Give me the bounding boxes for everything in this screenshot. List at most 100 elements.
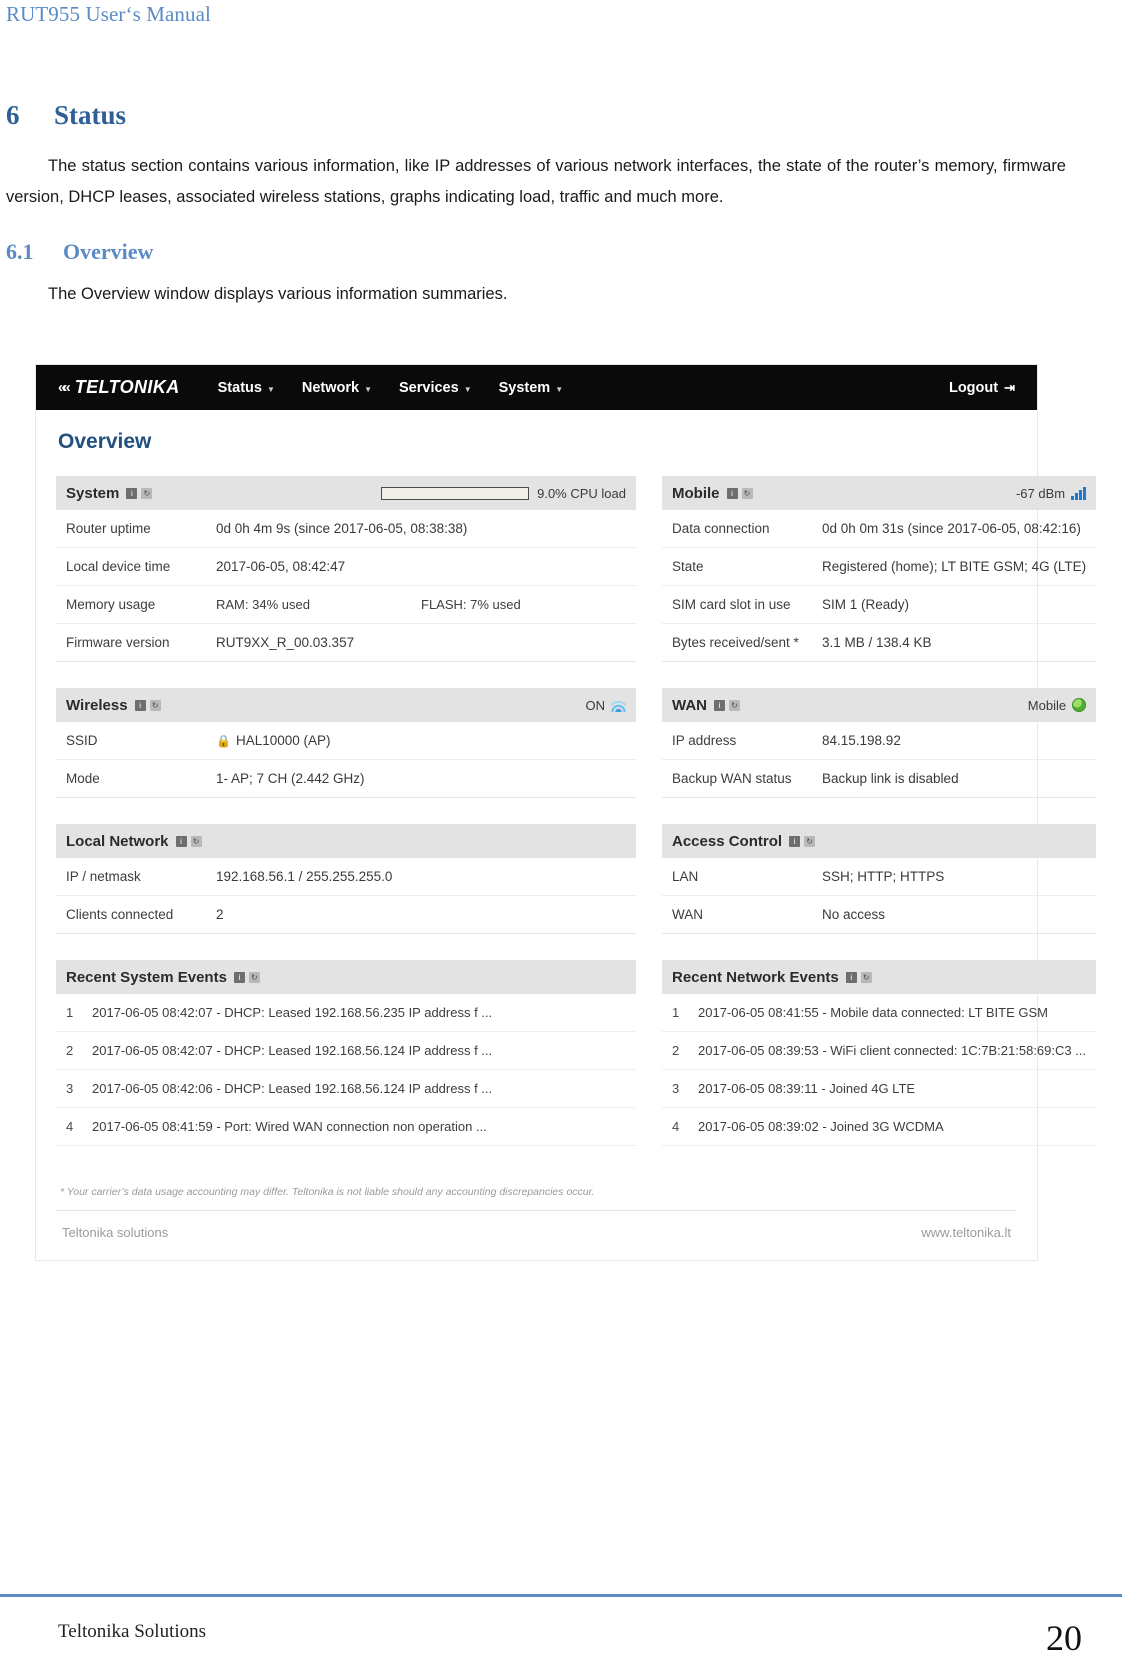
row-value: SSH; HTTP; HTTPS <box>822 869 945 884</box>
panel-header-wan: WAN i ↻ Mobile <box>662 688 1097 722</box>
panel-header-recent-network-events: Recent Network Events i ↻ <box>662 960 1097 994</box>
panel-local-network: Local Network i ↻ IP / netmask 192.168.5… <box>56 824 636 934</box>
nav-label: System <box>498 379 551 396</box>
nav-label: Status <box>217 379 262 396</box>
navbar: «« TELTONIKA Status ▼ Network ▼ Services ▼ S… <box>36 365 1037 410</box>
panel-header-access-control: Access Control i ↻ <box>662 824 1097 858</box>
event-index: 4 <box>66 1119 74 1134</box>
page-number: 20 <box>1046 1618 1082 1658</box>
panel-title: Wireless <box>66 696 128 714</box>
info-icon[interactable]: i <box>126 487 138 499</box>
event-index: 1 <box>66 1005 74 1020</box>
nav-item-system[interactable]: System ▼ <box>499 380 564 396</box>
footer-website-link[interactable]: www.teltonika.lt <box>921 1225 1011 1240</box>
nav-item-status[interactable]: Status ▼ <box>218 380 275 396</box>
row-key: Firmware version <box>66 635 170 650</box>
panel-icons: i ↻ <box>789 835 816 847</box>
panel-system: System i ↻ 9.0% CPU load Router uptime 0… <box>56 476 636 662</box>
table-row: State Registered (home); LT BITE GSM; 4G… <box>662 548 1097 586</box>
info-icon[interactable]: i <box>845 971 857 983</box>
nav-item-services[interactable]: Services ▼ <box>399 380 472 396</box>
info-icon[interactable]: i <box>714 699 725 711</box>
row-key: State <box>672 559 704 574</box>
row-value: SIM 1 (Ready) <box>822 597 910 612</box>
event-text: 2017-06-05 08:39:53 - WiFi client connec… <box>698 1043 1087 1058</box>
row-value: No access <box>822 907 886 922</box>
footnote: * Your carrier’s data usage accounting m… <box>60 1186 595 1198</box>
row-value: 2017-06-05, 08:42:47 <box>216 559 346 574</box>
info-icon[interactable]: i <box>134 699 146 711</box>
wifi-icon <box>611 698 626 712</box>
row-value: 0d 0h 4m 9s (since 2017-06-05, 08:38:38) <box>216 521 468 536</box>
panel-recent-system-events: Recent System Events i ↻ 1 2017-06-05 08… <box>56 960 636 1146</box>
row-value: 84.15.198.92 <box>822 733 901 748</box>
panel-title: WAN <box>672 696 707 714</box>
panel-title: Recent Network Events <box>672 968 839 986</box>
refresh-icon[interactable]: ↻ <box>860 971 872 983</box>
panel-wan: WAN i ↻ Mobile IP address 84.15.198.92 B… <box>662 688 1097 798</box>
refresh-icon[interactable]: ↻ <box>729 699 740 711</box>
ram-label: RAM: 34% used <box>216 597 310 612</box>
cpu-load-label: 9.0% CPU load <box>537 485 626 501</box>
row-key: SIM card slot in use <box>672 597 791 612</box>
row-key: Data connection <box>672 521 770 536</box>
brand-text: TELTONIKA <box>74 377 180 397</box>
info-icon[interactable]: i <box>789 835 801 847</box>
refresh-icon[interactable]: ↻ <box>804 835 816 847</box>
nav-label: Services <box>399 379 459 396</box>
event-index: 1 <box>672 1005 680 1020</box>
panel-title: Access Control <box>672 832 783 850</box>
refresh-icon[interactable]: ↻ <box>149 699 161 711</box>
wan-state-label: Mobile <box>1027 697 1067 713</box>
table-row: WAN No access <box>662 896 1097 934</box>
logout-button[interactable]: Logout ⇥ <box>949 380 1015 396</box>
info-icon[interactable]: i <box>233 971 245 983</box>
signal-bars-icon <box>1071 486 1087 500</box>
panel-icons: i ↻ <box>126 487 153 499</box>
subsection-heading-overview: 6.1 Overview <box>6 239 1116 265</box>
refresh-icon[interactable]: ↻ <box>141 487 153 499</box>
row-value: 1- AP; 7 CH (2.442 GHz) <box>216 771 365 786</box>
panel-icons: i ↻ <box>233 971 260 983</box>
event-text: 2017-06-05 08:42:07 - DHCP: Leased 192.1… <box>92 1043 493 1058</box>
panel-header-system: System i ↻ 9.0% CPU load <box>56 476 636 510</box>
table-row: Router uptime 0d 0h 4m 9s (since 2017-06… <box>56 510 636 548</box>
event-text: 2017-06-05 08:41:55 - Mobile data connec… <box>698 1005 1049 1020</box>
row-key: Memory usage <box>66 597 156 612</box>
row-key: Router uptime <box>66 521 151 536</box>
ssid-text: HAL10000 (AP) <box>235 733 331 748</box>
panel-header-wireless: Wireless i ↻ ON <box>56 688 636 722</box>
row-value-ssid: 🔒 HAL10000 (AP) <box>216 733 331 748</box>
panel-header-local-network: Local Network i ↻ <box>56 824 636 858</box>
nav-item-network[interactable]: Network ▼ <box>302 380 372 396</box>
cpu-progress-bar <box>381 486 530 500</box>
info-icon[interactable]: i <box>175 835 187 847</box>
router-ui-screenshot: «« TELTONIKA Status ▼ Network ▼ Services ▼ S… <box>35 364 1097 1261</box>
list-item: 2 2017-06-05 08:42:07 - DHCP: Leased 192… <box>56 1032 636 1070</box>
footer-left-text: Teltonika solutions <box>62 1225 169 1240</box>
list-item: 3 2017-06-05 08:42:06 - DHCP: Leased 192… <box>56 1070 636 1108</box>
row-value: Registered (home); LT BITE GSM; 4G (LTE) <box>822 559 1087 574</box>
row-key: LAN <box>672 869 699 884</box>
page-title: Overview <box>58 430 152 453</box>
chevron-down-icon: ▼ <box>555 384 564 394</box>
teltonika-logo: «« TELTONIKA <box>58 377 180 398</box>
flash-usage: FLASH: 7% used <box>421 597 626 612</box>
refresh-icon[interactable]: ↻ <box>190 835 202 847</box>
wireless-state-label: ON <box>585 697 606 713</box>
row-key: Backup WAN status <box>672 771 792 786</box>
refresh-icon[interactable]: ↻ <box>248 971 260 983</box>
screenshot-body: Overview System i ↻ 9.0% CPU load Router… <box>36 410 1097 1260</box>
section-heading-status: 6 Status <box>6 100 1116 131</box>
row-value: 3.1 MB / 138.4 KB <box>822 635 932 650</box>
row-key: Mode <box>66 771 100 786</box>
row-key: Clients connected <box>66 907 174 922</box>
refresh-icon[interactable]: ↻ <box>741 487 753 499</box>
info-icon[interactable]: i <box>726 487 738 499</box>
list-item: 1 2017-06-05 08:42:07 - DHCP: Leased 192… <box>56 994 636 1032</box>
section-number: 6 <box>6 100 20 130</box>
table-row: Clients connected 2 <box>56 896 636 934</box>
event-index: 3 <box>672 1081 680 1096</box>
table-row: SSID 🔒 HAL10000 (AP) <box>56 722 636 760</box>
panel-recent-network-events: Recent Network Events i ↻ 1 2017-06-05 0… <box>662 960 1097 1146</box>
